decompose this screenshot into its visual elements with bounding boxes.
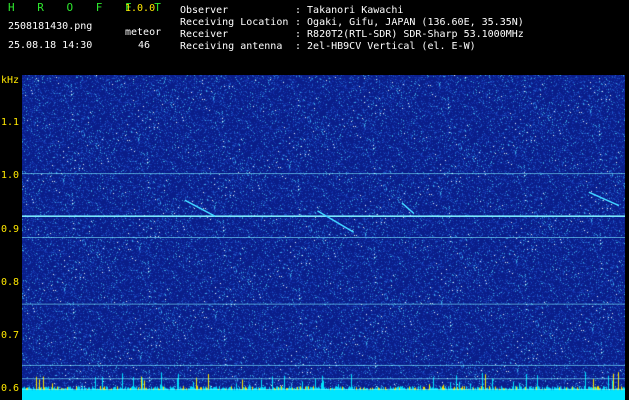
- meteor-trace: [317, 210, 355, 233]
- y-axis-unit: kHz: [1, 75, 20, 86]
- y-tick-label: 1.0: [1, 170, 20, 182]
- y-tick-label: 0.9: [1, 223, 20, 235]
- spectrogram-overlay: [22, 173, 625, 390]
- spectrogram: [22, 75, 625, 400]
- info-antenna-label: Receiving antenna: [180, 41, 283, 52]
- y-tick-label: 0.7: [1, 330, 20, 342]
- info-location-label: Receiving Location: [180, 17, 289, 28]
- meteor-trace: [184, 199, 216, 217]
- meteor-trace: [401, 202, 415, 215]
- info-observer-value: : Takanori Kawachi: [295, 5, 404, 16]
- meteor-label: meteor: [125, 27, 162, 38]
- y-tick-label: 0.8: [1, 276, 20, 288]
- info-receiver-label: Receiver: [180, 29, 229, 40]
- meteor-trace: [588, 191, 620, 207]
- info-receiver-value: : R820T2(RTL-SDR) SDR-Sharp 53.1000MHz: [295, 29, 524, 40]
- meteor-count: 46: [138, 40, 151, 51]
- info-location-value: : Ogaki, Gifu, JAPAN (136.60E, 35.35N): [295, 17, 524, 28]
- file-name: 2508181430.png: [8, 21, 93, 32]
- y-tick-label: 0.6: [1, 383, 20, 395]
- app-version: 1.0.0: [125, 3, 156, 14]
- info-antenna-value: : 2el-HB9CV Vertical (el. E-W): [295, 41, 476, 52]
- date-time: 25.08.18 14:30: [8, 40, 93, 51]
- y-tick-label: 1.1: [1, 116, 20, 128]
- info-observer-label: Observer: [180, 5, 229, 16]
